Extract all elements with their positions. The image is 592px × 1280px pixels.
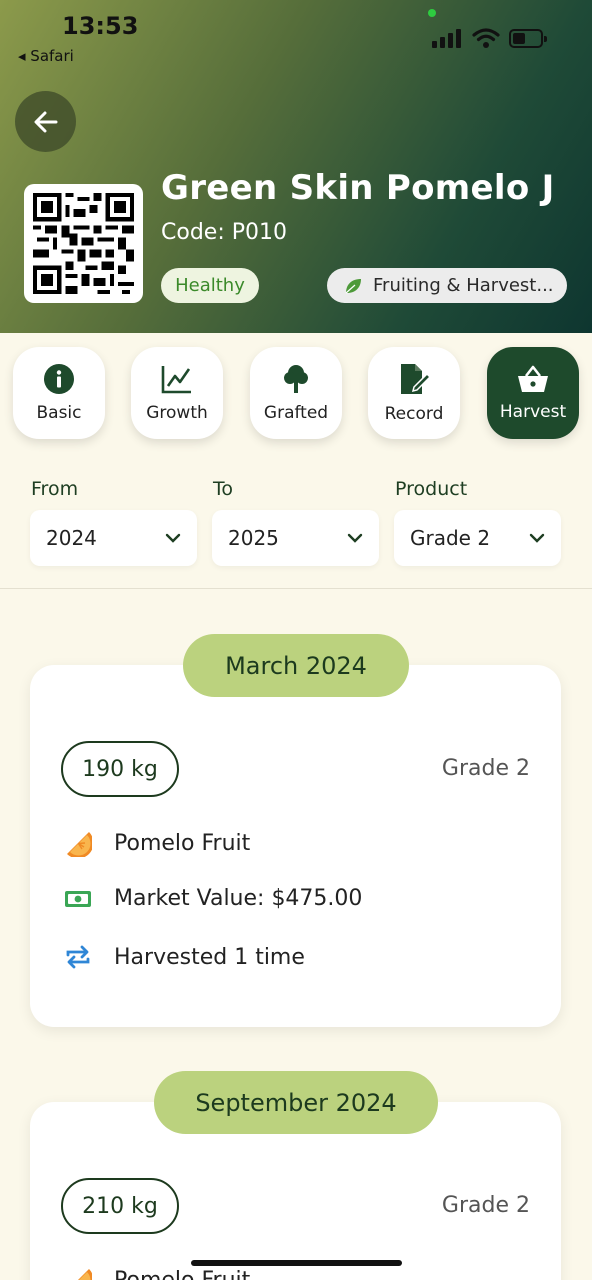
money-icon (65, 890, 91, 907)
basket-icon (518, 365, 548, 392)
info-icon (44, 364, 74, 394)
tab-grafted[interactable]: Grafted (250, 347, 342, 439)
back-button[interactable] (15, 91, 76, 152)
product-row: Pomelo Fruit (64, 1266, 250, 1280)
product-label: Product (395, 478, 468, 500)
battery-icon (509, 29, 547, 48)
orange-slice-icon (67, 832, 92, 857)
arrow-left-icon (34, 111, 57, 132)
tab-record-label: Record (384, 404, 444, 424)
harvest-grade: Grade 2 (441, 1193, 530, 1218)
harvest-count-row: Harvested 1 time (64, 943, 305, 971)
harvest-grade: Grade 2 (441, 756, 530, 781)
chevron-down-icon (165, 533, 181, 543)
market-value-row: Market Value: $475.00 (64, 886, 362, 911)
product-select[interactable]: Grade 2 (394, 510, 561, 566)
tree-icon (284, 365, 308, 393)
harvest-card[interactable]: 190 kg Grade 2 Pomelo Fruit Market Value… (30, 665, 561, 1027)
product-row: Pomelo Fruit (64, 829, 250, 857)
to-year-value: 2025 (228, 526, 279, 550)
tab-basic-label: Basic (36, 403, 82, 423)
orange-slice-icon (78, 1269, 92, 1280)
tab-growth[interactable]: Growth (131, 347, 223, 439)
chart-icon (161, 366, 191, 394)
home-indicator[interactable] (191, 1260, 402, 1266)
edit-icon (401, 364, 431, 394)
product-name: Pomelo Fruit (114, 830, 251, 856)
qr-code[interactable] (24, 184, 143, 303)
plant-title: Green Skin Pomelo J (161, 168, 555, 208)
wifi-icon (472, 26, 500, 50)
repeat-icon (66, 945, 90, 969)
growth-stage-label: Fruiting & Harvest... (373, 275, 554, 296)
from-label: From (31, 478, 79, 500)
header: 13:53 ◂ Safari Green Skin Pomelo J Code:… (0, 0, 592, 333)
growth-stage-badge: Fruiting & Harvest... (327, 268, 567, 303)
tab-basic[interactable]: Basic (13, 347, 105, 439)
status-time: 13:53 (62, 12, 139, 40)
leaf-icon (345, 278, 361, 293)
tab-record[interactable]: Record (368, 347, 460, 439)
chevron-down-icon (347, 533, 363, 543)
market-value: Market Value: $475.00 (114, 886, 363, 911)
health-status-badge: Healthy (161, 268, 259, 303)
harvest-weight: 210 kg (61, 1178, 179, 1234)
harvest-count: Harvested 1 time (114, 944, 305, 970)
tab-harvest-label: Harvest (499, 402, 567, 422)
cellular-signal-icon (432, 28, 464, 48)
month-label: September 2024 (154, 1071, 438, 1134)
tab-growth-label: Growth (146, 403, 208, 423)
product-name: Pomelo Fruit (114, 1267, 251, 1280)
qr-code-icon (33, 193, 134, 294)
harvest-weight: 190 kg (61, 741, 179, 797)
chevron-down-icon (529, 533, 545, 543)
to-label: To (213, 478, 234, 500)
to-year-select[interactable]: 2025 (212, 510, 379, 566)
back-to-safari-link[interactable]: ◂ Safari (18, 47, 74, 65)
divider (0, 588, 592, 589)
from-year-select[interactable]: 2024 (30, 510, 197, 566)
from-year-value: 2024 (46, 526, 97, 550)
plant-code: Code: P010 (161, 220, 287, 245)
section-tabs: Basic Growth Grafted Record Harvest (0, 347, 592, 442)
month-label: March 2024 (183, 634, 409, 697)
tab-grafted-label: Grafted (263, 403, 329, 423)
privacy-indicator-dot (428, 9, 436, 17)
product-value: Grade 2 (410, 526, 491, 550)
tab-harvest[interactable]: Harvest (487, 347, 579, 439)
